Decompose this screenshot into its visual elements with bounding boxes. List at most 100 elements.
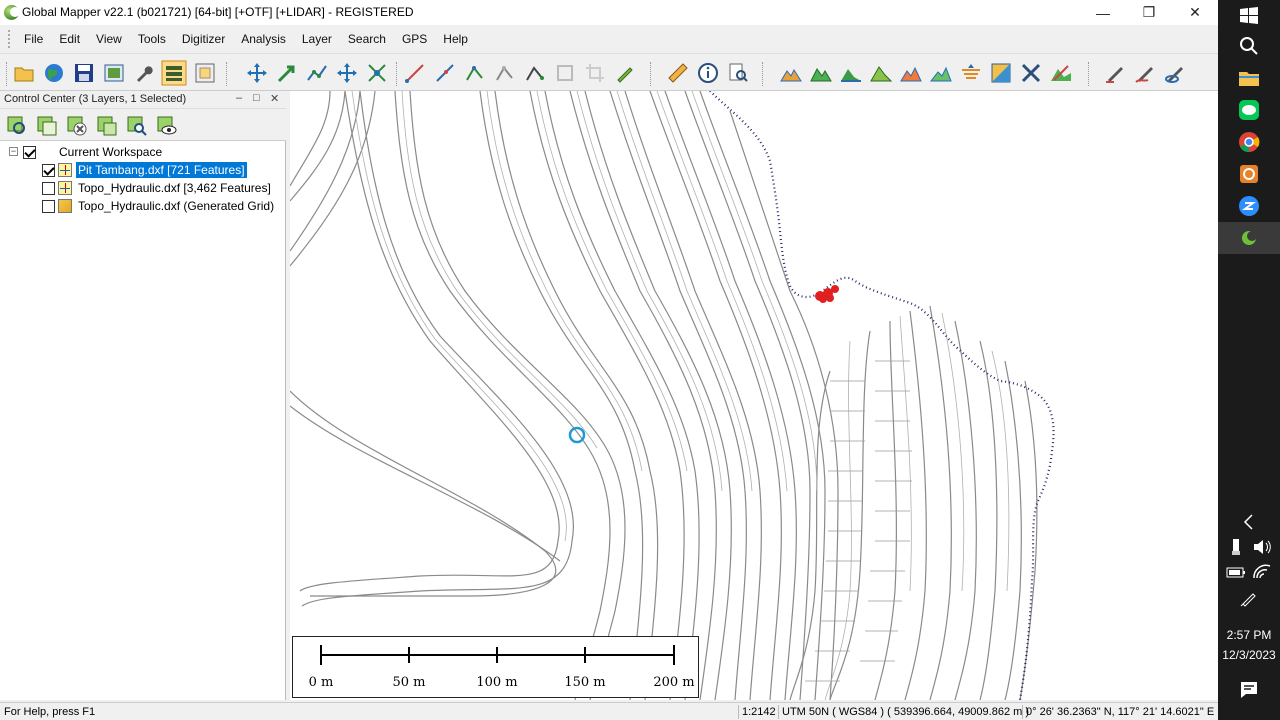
draw-line-icon[interactable] bbox=[404, 62, 426, 84]
menu-layer[interactable]: Layer bbox=[294, 32, 340, 46]
toolbar-grip bbox=[6, 62, 8, 86]
menu-search[interactable]: Search bbox=[340, 32, 394, 46]
contour-icon[interactable] bbox=[930, 62, 952, 84]
layer-order-icon[interactable] bbox=[96, 115, 118, 137]
menu-view[interactable]: View bbox=[88, 32, 130, 46]
zoom-to-layer-icon[interactable] bbox=[6, 115, 28, 137]
maximize-button[interactable]: ❐ bbox=[1126, 0, 1172, 25]
window-title: Global Mapper v22.1 (b021721) [64-bit] [… bbox=[22, 5, 414, 19]
layer-label[interactable]: Topo_Hydraulic.dxf (Generated Grid) bbox=[76, 198, 276, 214]
measure-pencil-icon[interactable] bbox=[614, 62, 636, 84]
watershed-icon[interactable] bbox=[900, 62, 922, 84]
flow-lines-icon[interactable] bbox=[1020, 62, 1042, 84]
digitizer-arrow-icon[interactable] bbox=[276, 62, 298, 84]
panel-close-button[interactable]: ✕ bbox=[270, 92, 279, 105]
lidar-icon[interactable] bbox=[1050, 62, 1072, 84]
wifi-icon[interactable] bbox=[1250, 560, 1274, 584]
clock-date[interactable]: 12/3/2023 bbox=[1218, 648, 1280, 662]
workspace-row[interactable]: Current Workspace bbox=[23, 143, 164, 161]
overview-map-icon[interactable] bbox=[194, 62, 216, 84]
global-mapper-taskbar-icon[interactable] bbox=[1237, 226, 1261, 250]
status-divider bbox=[738, 705, 739, 719]
chevron-left-icon[interactable] bbox=[1237, 510, 1261, 534]
windows-start-icon[interactable] bbox=[1237, 4, 1261, 28]
draw-area-icon[interactable] bbox=[1164, 62, 1186, 84]
workspace-icon[interactable] bbox=[103, 62, 125, 84]
layer-checkbox[interactable] bbox=[42, 199, 55, 213]
crop-icon bbox=[586, 64, 604, 82]
globe-icon[interactable] bbox=[43, 62, 65, 84]
terrain-green-icon[interactable] bbox=[810, 62, 832, 84]
layer-options-icon[interactable] bbox=[36, 115, 58, 137]
ruler-icon[interactable] bbox=[667, 62, 689, 84]
toolbar-separator bbox=[396, 62, 398, 86]
chrome-icon[interactable] bbox=[1237, 130, 1261, 154]
tree-expander-icon[interactable]: − bbox=[9, 147, 18, 156]
reshape-icon[interactable] bbox=[524, 62, 546, 84]
close-layer-icon[interactable] bbox=[66, 115, 88, 137]
layer-checkbox[interactable] bbox=[42, 163, 55, 177]
battery-icon[interactable] bbox=[1224, 560, 1248, 584]
menu-help[interactable]: Help bbox=[435, 32, 476, 46]
control-center-toggle-icon[interactable] bbox=[161, 60, 187, 86]
status-scale: 1:2142 bbox=[742, 706, 776, 718]
clock-time[interactable]: 2:57 PM bbox=[1218, 628, 1280, 642]
view-shed-icon[interactable] bbox=[870, 62, 892, 84]
wrench-icon[interactable] bbox=[133, 62, 155, 84]
search-layer-icon[interactable] bbox=[126, 115, 148, 137]
path-profile-icon[interactable] bbox=[727, 62, 749, 84]
close-button[interactable]: ✕ bbox=[1172, 0, 1218, 25]
notifications-icon[interactable] bbox=[1237, 678, 1261, 702]
panel-pin-button[interactable]: – bbox=[236, 92, 242, 104]
move-feature-icon[interactable] bbox=[336, 62, 358, 84]
draw-polyline-icon[interactable] bbox=[1134, 62, 1156, 84]
office-app-icon[interactable] bbox=[1237, 162, 1261, 186]
scale-label: 200 m bbox=[653, 675, 695, 690]
minimize-button[interactable]: — bbox=[1080, 0, 1126, 25]
feature-info-icon[interactable] bbox=[697, 62, 719, 84]
layer-checkbox[interactable] bbox=[42, 181, 55, 195]
zoom-app-icon[interactable] bbox=[1237, 194, 1261, 218]
menu-analysis[interactable]: Analysis bbox=[233, 32, 294, 46]
layer-row[interactable]: Pit Tambang.dxf [721 Features] bbox=[42, 161, 247, 179]
menu-digitizer[interactable]: Digitizer bbox=[174, 32, 233, 46]
vertex-edit-icon[interactable] bbox=[306, 62, 328, 84]
line-app-icon[interactable] bbox=[1237, 98, 1261, 122]
status-projection: UTM 50N ( WGS84 ) ( 539396.664, 49009.86… bbox=[782, 706, 1030, 718]
delete-vertex-icon[interactable] bbox=[494, 62, 516, 84]
map-canvas[interactable] bbox=[290, 91, 1218, 700]
toolbar-separator bbox=[226, 62, 228, 86]
map-view[interactable]: 0 m 50 m 100 m 150 m 200 m bbox=[290, 91, 1218, 700]
draw-pen-icon[interactable] bbox=[1104, 62, 1126, 84]
terrain-analysis-icon[interactable] bbox=[780, 62, 802, 84]
cut-fill-icon[interactable] bbox=[960, 62, 982, 84]
shader-icon[interactable] bbox=[990, 62, 1012, 84]
workspace-checkbox[interactable] bbox=[23, 145, 36, 159]
open-folder-icon[interactable] bbox=[13, 62, 35, 84]
menu-file[interactable]: File bbox=[16, 32, 51, 46]
split-line-icon[interactable] bbox=[434, 62, 456, 84]
pan-icon[interactable] bbox=[246, 62, 268, 84]
layer-row[interactable]: Topo_Hydraulic.dxf [3,462 Features] bbox=[42, 179, 273, 197]
layer-label[interactable]: Pit Tambang.dxf [721 Features] bbox=[76, 162, 247, 178]
snap-icon bbox=[557, 65, 573, 81]
pen-settings-icon[interactable] bbox=[1237, 586, 1261, 610]
file-explorer-icon[interactable] bbox=[1237, 66, 1261, 90]
select-vertex-icon[interactable] bbox=[366, 62, 388, 84]
menu-gps[interactable]: GPS bbox=[394, 32, 435, 46]
save-icon[interactable] bbox=[73, 62, 95, 84]
menu-tools[interactable]: Tools bbox=[130, 32, 174, 46]
menu-edit[interactable]: Edit bbox=[51, 32, 88, 46]
layer-row[interactable]: Topo_Hydraulic.dxf (Generated Grid) bbox=[42, 197, 276, 215]
usb-device-icon[interactable] bbox=[1224, 535, 1248, 559]
layer-label[interactable]: Topo_Hydraulic.dxf [3,462 Features] bbox=[76, 180, 273, 196]
elevation-icon[interactable] bbox=[840, 62, 862, 84]
visibility-eye-icon[interactable] bbox=[156, 115, 178, 137]
panel-restore-button[interactable]: □ bbox=[253, 92, 260, 104]
add-vertex-icon[interactable] bbox=[464, 62, 486, 84]
search-icon[interactable] bbox=[1237, 34, 1261, 58]
cursor-circle-icon bbox=[568, 426, 586, 444]
volume-icon[interactable] bbox=[1250, 535, 1274, 559]
control-center-panel: Control Center (3 Layers, 1 Selected) – … bbox=[0, 91, 286, 700]
control-center-toolbar bbox=[0, 109, 286, 141]
